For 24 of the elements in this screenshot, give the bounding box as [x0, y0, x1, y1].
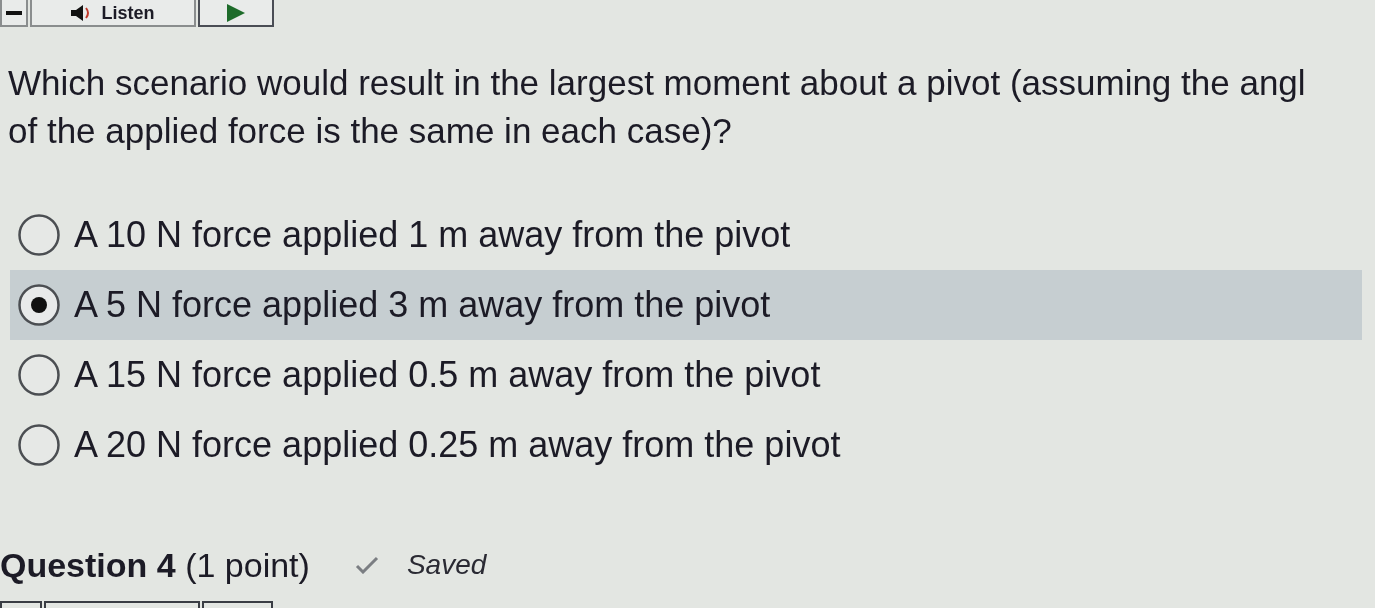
answer-option[interactable]: A 10 N force applied 1 m away from the pivot: [10, 200, 1362, 270]
play-icon: [227, 3, 245, 22]
radio-button[interactable]: [18, 214, 60, 256]
answer-option[interactable]: A 5 N force applied 3 m away from the pivot: [10, 270, 1362, 340]
play-button[interactable]: [198, 0, 274, 27]
toolbar-button[interactable]: [0, 601, 42, 608]
saved-status: Saved: [406, 548, 487, 582]
question-text: Which scenario would result in the largest moment about a pivot (assuming the angl of the applied force is the same in each case)?: [7, 62, 1307, 152]
answer-option[interactable]: A 20 N force applied 0.25 m away from the pivot: [10, 410, 1362, 480]
question-heading: Question 4 (1 point): [0, 545, 310, 585]
toolbar-button[interactable]: [0, 0, 28, 27]
option-text: A 10 N force applied 1 m away from the pivot: [74, 213, 791, 257]
radio-button[interactable]: [18, 354, 60, 396]
option-text: A 5 N force applied 3 m away from the pivot: [74, 283, 771, 327]
toolbar-button[interactable]: [202, 601, 273, 608]
radio-button[interactable]: [18, 284, 60, 326]
minus-icon: [6, 10, 22, 15]
radio-button[interactable]: [18, 424, 60, 466]
check-icon: [354, 556, 379, 574]
option-text: A 15 N force applied 0.5 m away from the pivot: [74, 353, 821, 397]
toolbar-button[interactable]: [44, 601, 200, 608]
option-text: A 20 N force applied 0.25 m away from the pivot: [74, 423, 841, 467]
answer-option[interactable]: A 15 N force applied 0.5 m away from the pivot: [10, 340, 1362, 410]
listen-button[interactable]: Listen: [30, 0, 196, 27]
